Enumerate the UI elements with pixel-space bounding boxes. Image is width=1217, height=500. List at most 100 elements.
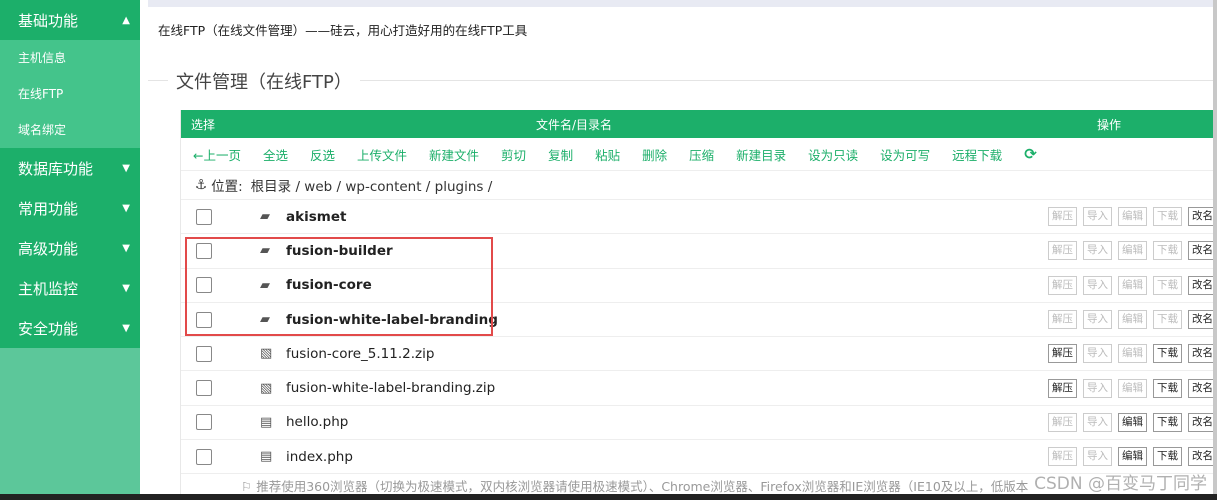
action-button[interactable]: 解压 [1048, 412, 1077, 432]
sidebar-item-domain[interactable]: 域名绑定 [0, 112, 140, 148]
caret-up-icon: ▲ [122, 14, 130, 26]
action-button[interactable]: 下载 [1153, 241, 1182, 261]
upload-file-link[interactable]: 上传文件 [357, 145, 407, 164]
action-button[interactable]: 下载 [1153, 275, 1182, 295]
toolbar: ←上一页 全选 反选 上传文件 新建文件 剪切 复制 粘贴 删除 压缩 新建目录… [181, 138, 1217, 171]
sidebar-item-database[interactable]: 数据库功能 ▼ [0, 148, 140, 188]
action-button[interactable]: 下载 [1153, 344, 1182, 364]
caret-down-icon: ▼ [122, 202, 130, 214]
header-name: 文件名/目录名 [535, 117, 613, 132]
action-button[interactable]: 解压 [1048, 310, 1077, 330]
file-name[interactable]: hello.php [286, 414, 348, 430]
flag-icon: ⚐ [241, 479, 253, 495]
delete-link[interactable]: 删除 [642, 145, 667, 164]
highlight-box [185, 237, 493, 336]
action-button[interactable]: 下载 [1153, 310, 1182, 330]
sidebar: 基础功能 ▲ 主机信息 在线FTP 域名绑定 数据库功能 ▼ 常用功能 ▼ 高级… [0, 0, 140, 500]
sidebar-item-monitor[interactable]: 主机监控 ▼ [0, 268, 140, 308]
sidebar-header-basic[interactable]: 基础功能 ▲ [0, 0, 140, 40]
action-button[interactable]: 导入 [1083, 378, 1112, 398]
table-row[interactable]: ▤ hello.php 解压 导入 编辑 下载 改名 [181, 406, 1217, 441]
action-button[interactable]: 导入 [1083, 207, 1112, 227]
header-op: 操作 [1097, 117, 1122, 132]
sidebar-header-label: 基础功能 [18, 11, 79, 30]
action-button[interactable]: 编辑 [1118, 310, 1147, 330]
compress-link[interactable]: 压缩 [689, 145, 714, 164]
action-button[interactable]: 编辑 [1118, 447, 1147, 467]
action-button[interactable]: 导入 [1083, 275, 1112, 295]
action-button[interactable]: 编辑 [1118, 344, 1147, 364]
file-name[interactable]: fusion-white-label-branding.zip [286, 380, 495, 396]
taskbar-strip [0, 494, 1217, 500]
row-actions: 解压 导入 编辑 下载 改名 [1042, 303, 1217, 336]
action-button[interactable]: 编辑 [1118, 275, 1147, 295]
action-button[interactable]: 下载 [1153, 447, 1182, 467]
action-button[interactable]: 导入 [1083, 241, 1112, 261]
action-button[interactable]: 导入 [1083, 310, 1112, 330]
file-name[interactable]: index.php [286, 449, 353, 465]
file-name[interactable]: fusion-core_5.11.2.zip [286, 346, 434, 362]
row-actions: 解压 导入 编辑 下载 改名 [1042, 269, 1217, 302]
anchor-icon: ⚓ [195, 177, 208, 193]
sidebar-item-advanced[interactable]: 高级功能 ▼ [0, 228, 140, 268]
caret-down-icon: ▼ [122, 322, 130, 334]
cut-link[interactable]: 剪切 [501, 145, 526, 164]
table-row[interactable]: ▰ akismet 解压 导入 编辑 下载 改名 [181, 200, 1217, 235]
action-button[interactable]: 导入 [1083, 412, 1112, 432]
file-name[interactable]: akismet [286, 209, 346, 225]
table-row[interactable]: ▧ fusion-core_5.11.2.zip 解压 导入 编辑 下载 改名 [181, 337, 1217, 372]
action-button[interactable]: 解压 [1048, 378, 1077, 398]
zip-file-icon: ▧ [260, 380, 273, 396]
sidebar-item-label: 安全功能 [18, 319, 79, 338]
row-checkbox[interactable] [196, 208, 212, 225]
row-checkbox[interactable] [196, 345, 212, 362]
action-button[interactable]: 下载 [1153, 378, 1182, 398]
remote-download-link[interactable]: 远程下载 [952, 145, 1002, 164]
invert-selection-link[interactable]: 反选 [310, 145, 335, 164]
prev-page-link[interactable]: ←上一页 [193, 145, 241, 164]
action-button[interactable]: 编辑 [1118, 207, 1147, 227]
row-actions: 解压 导入 编辑 下载 改名 [1042, 337, 1217, 370]
action-button[interactable]: 解压 [1048, 241, 1077, 261]
scrollbar[interactable] [1213, 0, 1217, 494]
top-strip [148, 0, 1217, 7]
caret-down-icon: ▼ [122, 162, 130, 174]
sidebar-item-host-info[interactable]: 主机信息 [0, 40, 140, 76]
action-button[interactable]: 解压 [1048, 207, 1077, 227]
select-all-link[interactable]: 全选 [263, 145, 288, 164]
action-button[interactable]: 编辑 [1118, 241, 1147, 261]
watermark: CSDN @百变马丁同学 [1034, 474, 1207, 494]
action-button[interactable]: 解压 [1048, 447, 1077, 467]
path-label: 位置: [211, 179, 243, 195]
set-writable-link[interactable]: 设为可写 [880, 145, 930, 164]
action-button[interactable]: 导入 [1083, 344, 1112, 364]
row-actions: 解压 导入 编辑 下载 改名 [1042, 371, 1217, 404]
new-folder-link[interactable]: 新建目录 [736, 145, 786, 164]
row-checkbox[interactable] [196, 414, 212, 431]
row-checkbox[interactable] [196, 448, 212, 465]
sidebar-item-ftp[interactable]: 在线FTP [0, 76, 140, 112]
file-icon: ▤ [260, 414, 273, 430]
row-checkbox[interactable] [196, 380, 212, 397]
action-button[interactable]: 解压 [1048, 275, 1077, 295]
sidebar-item-security[interactable]: 安全功能 ▼ [0, 308, 140, 348]
action-button[interactable]: 下载 [1153, 412, 1182, 432]
header-select: 选择 [191, 117, 216, 132]
row-actions: 解压 导入 编辑 下载 改名 [1042, 406, 1217, 439]
paste-link[interactable]: 粘贴 [595, 145, 620, 164]
action-button[interactable]: 下载 [1153, 207, 1182, 227]
action-button[interactable]: 编辑 [1118, 412, 1147, 432]
copy-link[interactable]: 复制 [548, 145, 573, 164]
page-title: 在线FTP（在线文件管理）——硅云，用心打造好用的在线FTP工具 [158, 23, 528, 38]
set-readonly-link[interactable]: 设为只读 [808, 145, 858, 164]
refresh-icon[interactable]: ⟳ [1024, 145, 1037, 163]
action-button[interactable]: 编辑 [1118, 378, 1147, 398]
sidebar-item-common[interactable]: 常用功能 ▼ [0, 188, 140, 228]
action-button[interactable]: 解压 [1048, 344, 1077, 364]
table-row[interactable]: ▧ fusion-white-label-branding.zip 解压 导入 编辑 下载… [181, 371, 1217, 406]
action-button[interactable]: 导入 [1083, 447, 1112, 467]
sidebar-item-label: 数据库功能 [18, 159, 94, 178]
path-value: 根目录 / web / wp-content / plugins / [250, 179, 493, 195]
new-file-link[interactable]: 新建文件 [429, 145, 479, 164]
section-title: 文件管理（在线FTP） [168, 68, 360, 94]
